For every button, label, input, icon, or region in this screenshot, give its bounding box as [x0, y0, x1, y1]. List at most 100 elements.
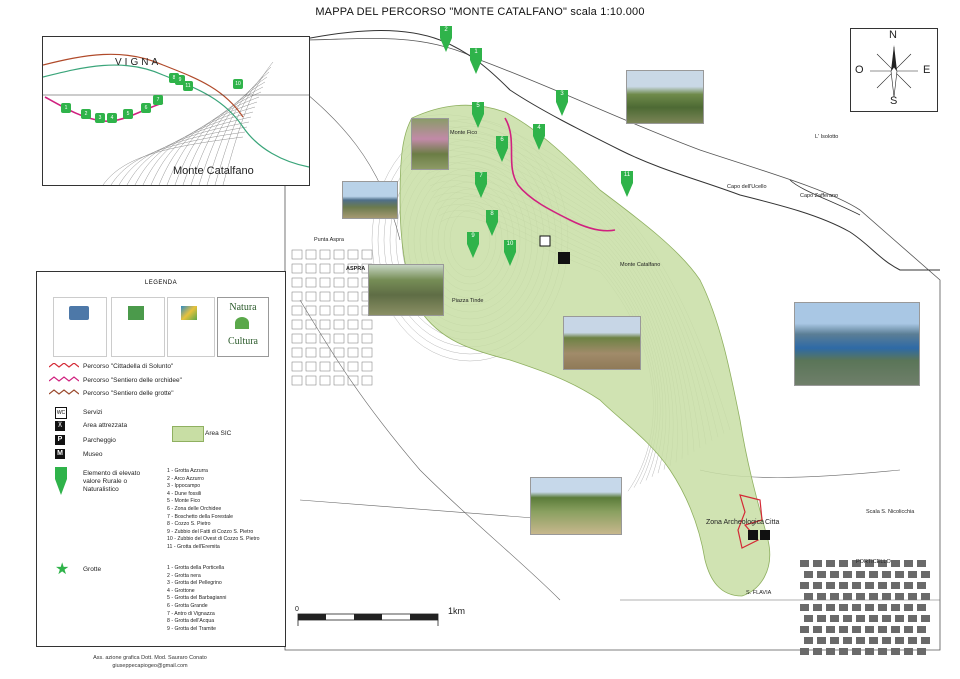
- map-marker-pin[interactable]: 4: [533, 124, 545, 155]
- building-block: [869, 593, 878, 600]
- building-block: [908, 615, 917, 622]
- building-block: [800, 582, 809, 589]
- building-block: [804, 615, 813, 622]
- legend-element-item: 1 - Grotta Azzurra: [167, 468, 208, 474]
- legend-area-sic: Area SIC: [205, 430, 232, 437]
- building-block: [830, 637, 839, 644]
- credit-line2: giuseppecapiogeo@gmail.com: [112, 663, 188, 669]
- building-block: [917, 626, 926, 633]
- building-block: [878, 626, 887, 633]
- label-capo-ucello: Capo dell'Ucello: [727, 184, 767, 190]
- building-block: [839, 560, 848, 567]
- building-block: [891, 604, 900, 611]
- legend-grotta-item: 3 - Grotta del Pellegrino: [167, 580, 222, 587]
- building-block: [813, 648, 822, 655]
- wc-icon: WC: [55, 407, 67, 419]
- logo-natura-text: Natura: [229, 302, 257, 313]
- building-block: [813, 604, 822, 611]
- leaf-icon: [235, 317, 249, 329]
- building-block: [917, 648, 926, 655]
- map-marker-pin[interactable]: 9: [467, 232, 479, 263]
- scale-start: 0: [295, 606, 299, 613]
- legend-element-item: 8 - Cozzo S. Pietro: [167, 521, 211, 528]
- compass-e: E: [923, 64, 931, 76]
- building-block: [904, 626, 913, 633]
- legend-element-item: 5 - Monte Fico: [167, 498, 201, 505]
- building-block: [830, 593, 839, 600]
- map-marker-pin[interactable]: 5: [472, 102, 484, 133]
- legend-grotta-item: 1 - Grotta della Porticella: [167, 565, 225, 571]
- legend-grotta-item: 5 - Grotta del Barbagianni: [167, 595, 227, 602]
- building-block: [869, 571, 878, 578]
- logo-natura-cultura: Natura Cultura: [217, 297, 269, 357]
- legend-area-attrezzata: Area attrezzata: [83, 422, 128, 429]
- legend-elemento: Elemento di elevato valore Rurale o Natu…: [83, 470, 141, 493]
- building-block: [852, 604, 861, 611]
- label-scala-nicolicchia: Scala S. Nicolicchia: [866, 509, 915, 515]
- building-block: [843, 615, 852, 622]
- map-marker-pin[interactable]: 11: [621, 171, 633, 202]
- label-porticello: PORTICELLO: [856, 559, 891, 565]
- map-marker-pin[interactable]: 8: [486, 210, 498, 241]
- legend-element-item: 7 - Boschetto della Forestale: [167, 513, 234, 520]
- building-block: [826, 648, 835, 655]
- building-block: [882, 593, 891, 600]
- map-marker-number: 11: [623, 172, 631, 178]
- map-marker-pin[interactable]: 7: [475, 172, 487, 203]
- map-marker-pin[interactable]: 10: [504, 240, 516, 271]
- building-block: [839, 648, 848, 655]
- building-block: [895, 593, 904, 600]
- building-block: [852, 582, 861, 589]
- building-block: [804, 593, 813, 600]
- legend-route-grotte: Percorso "Sentiero delle grotte": [83, 390, 174, 397]
- building-block: [804, 637, 813, 644]
- building-block: [826, 582, 835, 589]
- building-block: [800, 604, 809, 611]
- map-marker-pin[interactable]: 2: [440, 26, 452, 57]
- building-block: [878, 648, 887, 655]
- map-marker-pin[interactable]: 6: [496, 136, 508, 167]
- building-block: [830, 571, 839, 578]
- inset-marker: 7: [153, 95, 163, 105]
- inset-marker: 6: [141, 103, 151, 113]
- building-block: [891, 560, 900, 567]
- building-block: [921, 637, 930, 644]
- building-block: [904, 560, 913, 567]
- legend-element-item: 11 - Grotta dell'Eremita: [167, 543, 220, 550]
- building-block: [800, 626, 809, 633]
- building-block: [904, 604, 913, 611]
- label-isolotto: L' Isolotto: [815, 134, 839, 140]
- legend-grotta-item: 2 - Grotta nera: [167, 572, 201, 579]
- credit-line1: Ass. azione grafica Dott. Mod. Sauraro C…: [93, 655, 207, 661]
- inset-marker: 5: [123, 109, 133, 119]
- compass-rose: N S E O: [850, 28, 938, 112]
- building-block: [882, 615, 891, 622]
- inset-marker: 3: [95, 113, 105, 123]
- label-piazza-tinde: Piazza Tinde: [452, 298, 484, 304]
- building-block: [826, 626, 835, 633]
- building-block: [908, 571, 917, 578]
- legend-grotta-item: 8 - Grotta dell'Acqua: [167, 618, 215, 625]
- building-block: [813, 582, 822, 589]
- legend-grotte: Grotte: [83, 566, 102, 573]
- building-block: [895, 615, 904, 622]
- parking-icon: P: [55, 435, 65, 445]
- inset-map: Monte Catalfano VIGNA 1 2 3 4 5 6 7 8 9 10 11: [42, 36, 310, 186]
- building-block: [878, 582, 887, 589]
- map-marker-pin[interactable]: 3: [556, 90, 568, 121]
- building-block: [800, 560, 809, 567]
- map-marker-number: 6: [500, 137, 504, 143]
- building-block: [917, 604, 926, 611]
- legend-parcheggio: Parcheggio: [83, 437, 116, 444]
- building-block: [852, 626, 861, 633]
- map-marker-number: 1: [474, 49, 478, 55]
- map-marker-pin[interactable]: 1: [470, 48, 482, 79]
- inset-marker: 11: [183, 81, 193, 91]
- legend-element-item: 3 - Ippocampo: [167, 483, 201, 490]
- photo-hillside: [563, 316, 641, 370]
- photo-agave-sea: [794, 302, 920, 386]
- building-block: [908, 593, 917, 600]
- building-block: [800, 648, 809, 655]
- inset-marker: 1: [61, 103, 71, 113]
- legend-element-item: 6 - Zona delle Orchidee: [167, 505, 222, 512]
